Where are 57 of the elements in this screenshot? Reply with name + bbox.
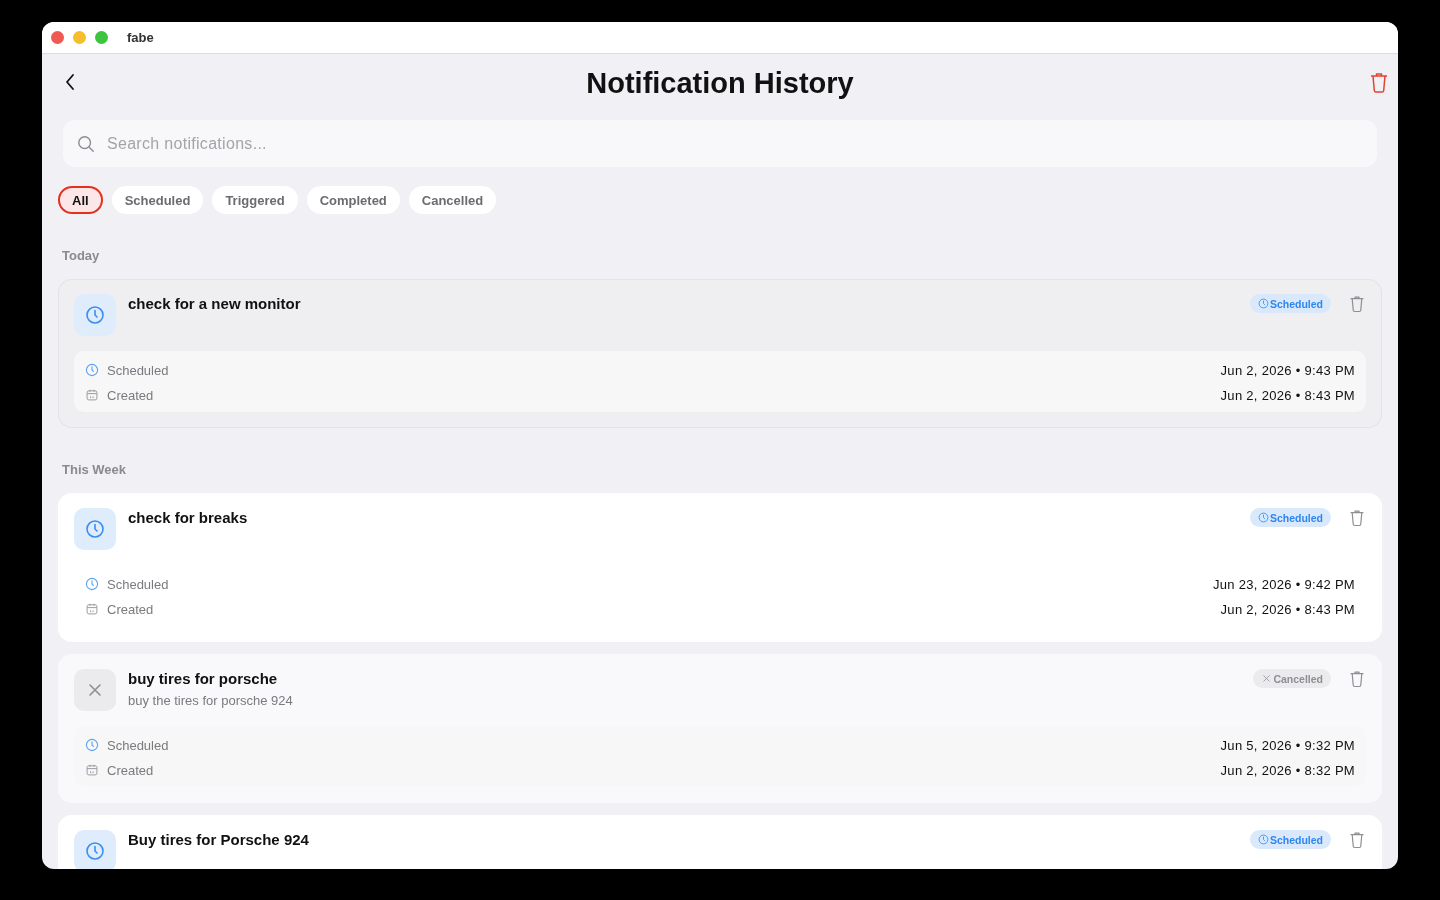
calendar-icon	[85, 602, 99, 616]
cross-icon	[1261, 673, 1273, 684]
clock-icon	[85, 305, 105, 325]
clock-icon	[1257, 512, 1269, 523]
delete-button[interactable]	[1349, 669, 1365, 688]
notification-card[interactable]: check for a new monitor Scheduled Scheduled Jun 2, 2026 • 9:43 PM Created Jun 2, 2026 • 8:43 PM	[58, 279, 1382, 428]
delete-button[interactable]	[1349, 830, 1365, 849]
notification-title: check for breaks	[128, 509, 249, 526]
detail-label: Scheduled	[107, 737, 170, 753]
close-window-button[interactable]	[51, 31, 64, 44]
delete-all-button[interactable]	[1369, 71, 1389, 93]
badge-label: Scheduled	[1269, 511, 1323, 524]
section-heading: Today	[62, 248, 101, 263]
clock-icon	[85, 519, 105, 539]
detail-label: Scheduled	[107, 362, 170, 378]
filter-tab[interactable]: Scheduled	[111, 186, 204, 214]
clock-icon	[85, 577, 99, 591]
clock-icon	[1257, 834, 1269, 845]
back-button[interactable]	[64, 72, 76, 92]
clock-icon	[85, 738, 99, 752]
detail-label: Scheduled	[107, 576, 170, 592]
minimize-window-button[interactable]	[73, 31, 86, 44]
filter-tab[interactable]: Cancelled	[408, 186, 497, 214]
detail-label: Created	[107, 762, 155, 778]
window-title: fabe	[127, 30, 154, 45]
clock-icon	[85, 841, 105, 861]
page-title: Notification History	[586, 66, 854, 100]
notification-card[interactable]: Buy tires for Porsche 924 Scheduled	[58, 815, 1382, 869]
delete-button[interactable]	[1349, 294, 1365, 313]
detail-label: Created	[107, 601, 155, 617]
zoom-window-button[interactable]	[95, 31, 108, 44]
filter-tab[interactable]: Triggered	[212, 186, 298, 214]
detail-value: Jun 2, 2026 • 8:43 PM	[1220, 601, 1355, 617]
filter-tab[interactable]: Completed	[306, 186, 400, 214]
search-field[interactable]: Search notifications...	[63, 120, 1377, 167]
notification-title: check for a new monitor	[128, 295, 302, 312]
badge-label: Scheduled	[1269, 833, 1323, 846]
section-heading: This Week	[62, 462, 128, 477]
detail-value: Jun 2, 2026 • 8:32 PM	[1220, 762, 1355, 778]
calendar-icon	[85, 388, 99, 402]
clock-icon	[1257, 298, 1269, 309]
badge-label: Scheduled	[1269, 297, 1323, 310]
calendar-icon	[85, 763, 99, 777]
detail-value: Jun 2, 2026 • 9:43 PM	[1220, 362, 1355, 378]
filter-tab[interactable]: All	[58, 186, 103, 214]
detail-label: Created	[107, 387, 155, 403]
delete-button[interactable]	[1349, 508, 1365, 527]
clock-icon	[85, 363, 99, 377]
badge-label: Cancelled	[1273, 672, 1323, 685]
notification-card[interactable]: check for breaks Scheduled Scheduled Jun 23, 2026 • 9:42 PM Created Jun 2, 2026 • 8:43 PM	[58, 493, 1382, 642]
detail-value: Jun 2, 2026 • 8:43 PM	[1220, 387, 1355, 403]
notification-title: Buy tires for Porsche 924	[128, 831, 310, 848]
detail-value: Jun 5, 2026 • 9:32 PM	[1220, 737, 1355, 753]
detail-value: Jun 23, 2026 • 9:42 PM	[1213, 576, 1355, 592]
notification-title: buy tires for porsche	[128, 670, 279, 687]
notification-card[interactable]: buy tires for porsche buy the tires for porsche 924 Cancelled Scheduled Jun 5, 2026 • 9:32 PM Created Jun 2, 2026 • 8:32 PM	[58, 654, 1382, 803]
notification-body: buy the tires for porsche 924	[128, 693, 294, 708]
